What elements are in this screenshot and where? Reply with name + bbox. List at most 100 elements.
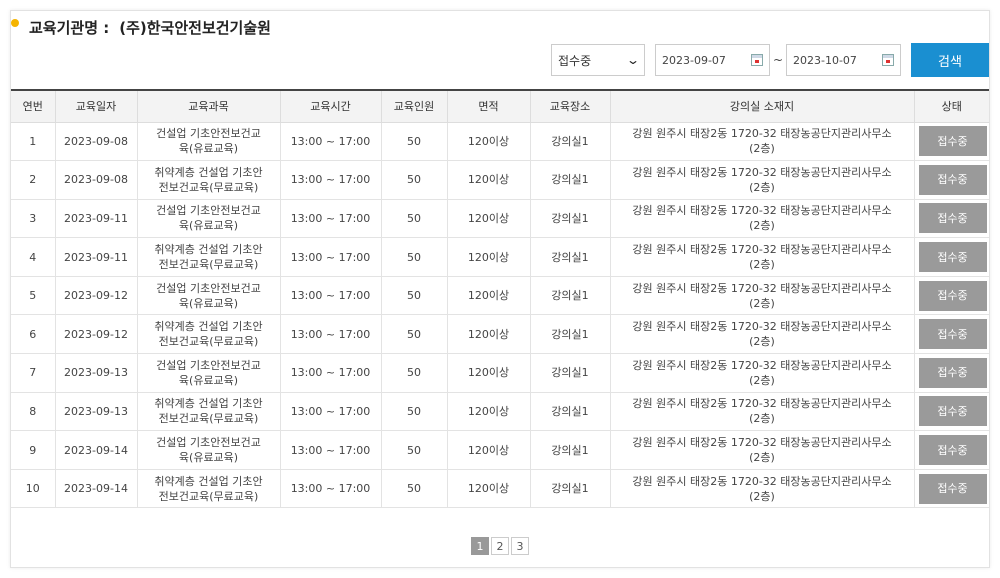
row-course-line2: 전보건교육(무료교육) [158, 412, 259, 426]
row-place: 강의실1 [530, 122, 611, 162]
status-button[interactable]: 접수중 [918, 280, 987, 311]
row-address-line2: (2층) [749, 412, 775, 426]
row-date: 2023-09-08 [55, 160, 138, 200]
row-number: 9 [11, 430, 56, 470]
table-row: 2 2023-09-08 취약계층 건설업 기초안 전보건교육(무료교육) 13:00 … [11, 160, 989, 200]
row-time: 13:00 ~ 17:00 [280, 199, 382, 239]
status-button[interactable]: 접수중 [918, 203, 987, 234]
row-area: 120이상 [447, 276, 531, 316]
row-area: 120이상 [447, 392, 531, 432]
row-time: 13:00 ~ 17:00 [280, 160, 382, 200]
row-status: 접수중 [914, 353, 989, 393]
row-address: 강원 원주시 태장2동 1720-32 태장농공단지관리사무소 (2층) [610, 199, 915, 239]
row-address: 강원 원주시 태장2동 1720-32 태장농공단지관리사무소 (2층) [610, 237, 915, 277]
status-button[interactable]: 접수중 [918, 126, 987, 157]
institution-label: 교육기관명 : [29, 18, 110, 37]
date-from-field[interactable]: 2023-09-07 [655, 44, 770, 76]
row-time: 13:00 ~ 17:00 [280, 276, 382, 316]
row-address-line1: 강원 원주시 태장2동 1720-32 태장농공단지관리사무소 [632, 243, 892, 257]
row-time: 13:00 ~ 17:00 [280, 122, 382, 162]
page-link-2[interactable]: 2 [491, 537, 509, 555]
column-header: 교육인원 [381, 90, 448, 123]
status-select[interactable]: 접수중 ⌄ [551, 44, 645, 76]
row-address: 강원 원주시 태장2동 1720-32 태장농공단지관리사무소 (2층) [610, 276, 915, 316]
row-time: 13:00 ~ 17:00 [280, 392, 382, 432]
row-status: 접수중 [914, 122, 989, 162]
page-link-3[interactable]: 3 [511, 537, 529, 555]
status-button[interactable]: 접수중 [918, 242, 987, 273]
status-button[interactable]: 접수중 [918, 435, 987, 466]
row-course-line2: 전보건교육(무료교육) [158, 335, 259, 349]
row-number: 6 [11, 314, 56, 355]
table-row: 8 2023-09-13 취약계층 건설업 기초안 전보건교육(무료교육) 13:00 … [11, 392, 989, 432]
row-time: 13:00 ~ 17:00 [280, 314, 382, 355]
row-people: 50 [381, 122, 448, 162]
row-status: 접수중 [914, 199, 989, 239]
row-address-line1: 강원 원주시 태장2동 1720-32 태장농공단지관리사무소 [632, 127, 892, 141]
row-course-line1: 취약계층 건설업 기초안 [154, 243, 263, 257]
row-people: 50 [381, 353, 448, 393]
row-area: 120이상 [447, 469, 531, 509]
row-people: 50 [381, 430, 448, 470]
page-link-1[interactable]: 1 [471, 537, 489, 555]
row-time: 13:00 ~ 17:00 [280, 237, 382, 277]
row-course-line2: 육(유료교육) [178, 296, 239, 310]
date-to-value: 2023-10-07 [793, 53, 857, 67]
status-button[interactable]: 접수중 [918, 396, 987, 427]
table-row: 6 2023-09-12 취약계층 건설업 기초안 전보건교육(무료교육) 13:00 … [11, 314, 989, 355]
table-row: 3 2023-09-11 건설업 기초안전보건교 육(유료교육) 13:00 ~ 17:… [11, 199, 989, 239]
row-address-line1: 강원 원주시 태장2동 1720-32 태장농공단지관리사무소 [632, 436, 892, 450]
table-row: 10 2023-09-14 취약계층 건설업 기초안 전보건교육(무료교육) 13:00… [11, 469, 989, 509]
row-date: 2023-09-11 [55, 237, 138, 277]
row-place: 강의실1 [530, 160, 611, 200]
row-course-line1: 취약계층 건설업 기초안 [154, 320, 263, 334]
table-row: 4 2023-09-11 취약계층 건설업 기초안 전보건교육(무료교육) 13:00 … [11, 237, 989, 277]
row-people: 50 [381, 199, 448, 239]
date-to-field[interactable]: 2023-10-07 [786, 44, 901, 76]
calendar-icon[interactable] [751, 54, 763, 66]
row-course-line2: 전보건교육(무료교육) [158, 180, 259, 194]
row-place: 강의실1 [530, 314, 611, 355]
row-area: 120이상 [447, 160, 531, 200]
row-address-line2: (2층) [749, 219, 775, 233]
row-place: 강의실1 [530, 392, 611, 432]
row-date: 2023-09-14 [55, 430, 138, 470]
row-course-line2: 육(유료교육) [178, 451, 239, 465]
row-area: 120이상 [447, 353, 531, 393]
table-row: 9 2023-09-14 건설업 기초안전보건교 육(유료교육) 13:00 ~ 17:… [11, 430, 989, 470]
status-button[interactable]: 접수중 [918, 164, 987, 195]
status-button[interactable]: 접수중 [918, 473, 987, 504]
date-from-value: 2023-09-07 [662, 53, 726, 67]
table-row: 5 2023-09-12 건설업 기초안전보건교 육(유료교육) 13:00 ~ 17:… [11, 276, 989, 316]
row-time: 13:00 ~ 17:00 [280, 469, 382, 509]
table-header-row: 연번 교육일자 교육과목 교육시간 교육인원 면적 교육장소 강의실 소재지 상태 [11, 90, 989, 123]
row-course-line1: 취약계층 건설업 기초안 [154, 397, 263, 411]
date-separator: ~ [772, 53, 784, 67]
row-address-line1: 강원 원주시 태장2동 1720-32 태장농공단지관리사무소 [632, 474, 892, 488]
row-course: 건설업 기초안전보건교 육(유료교육) [137, 276, 281, 316]
title-row: 교육기관명 : (주)한국안전보건기술원 [11, 15, 271, 39]
status-select-value: 접수중 [558, 53, 592, 68]
row-area: 120이상 [447, 430, 531, 470]
status-button[interactable]: 접수중 [918, 319, 987, 350]
row-people: 50 [381, 237, 448, 277]
row-address-line1: 강원 원주시 태장2동 1720-32 태장농공단지관리사무소 [632, 397, 892, 411]
filter-bar: 접수중 ⌄ 2023-09-07 ~ 2023-10-07 검색 [551, 43, 989, 77]
row-course-line2: 육(유료교육) [178, 142, 239, 156]
calendar-icon[interactable] [882, 54, 894, 66]
row-course-line2: 전보건교육(무료교육) [158, 489, 259, 503]
column-header: 교육시간 [280, 90, 382, 123]
row-course-line1: 취약계층 건설업 기초안 [154, 165, 263, 179]
row-number: 2 [11, 160, 56, 200]
search-button[interactable]: 검색 [911, 43, 989, 77]
row-address-line2: (2층) [749, 373, 775, 387]
row-time: 13:00 ~ 17:00 [280, 353, 382, 393]
row-number: 3 [11, 199, 56, 239]
row-address-line1: 강원 원주시 태장2동 1720-32 태장농공단지관리사무소 [632, 165, 892, 179]
row-course: 취약계층 건설업 기초안 전보건교육(무료교육) [137, 314, 281, 355]
row-status: 접수중 [914, 276, 989, 316]
row-course-line1: 취약계층 건설업 기초안 [154, 474, 263, 488]
table-body: 1 2023-09-08 건설업 기초안전보건교 육(유료교육) 13:00 ~ 17:… [11, 122, 989, 509]
row-area: 120이상 [447, 237, 531, 277]
status-button[interactable]: 접수중 [918, 357, 987, 388]
